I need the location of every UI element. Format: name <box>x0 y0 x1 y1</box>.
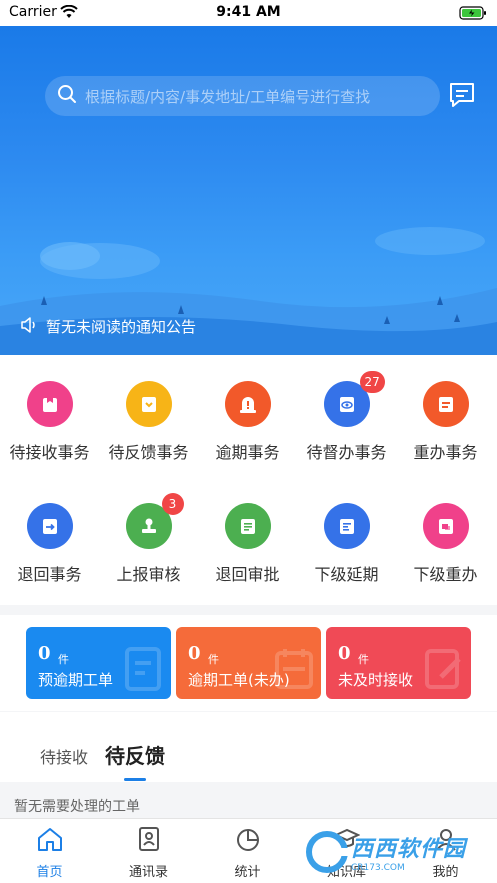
tabbar-contacts[interactable]: 通讯录 <box>99 825 198 880</box>
function-grid: 待接收事务 待反馈事务 逾期事务 27 待督办事务 重办事务 退回事务 3 上报… <box>0 355 497 605</box>
edit-icon <box>425 647 465 695</box>
report-review-icon: 3 <box>125 493 184 549</box>
supervise-icon: 27 <box>323 371 385 427</box>
return-icon <box>26 503 73 549</box>
calendar-icon <box>275 647 315 695</box>
stat-count: 0 <box>38 643 51 664</box>
stats-section: 0 件 预逾期工单 0 件 逾期工单(未办) 0 件 未及时接收 <box>0 615 497 711</box>
contacts-icon <box>99 825 198 853</box>
grid-item-pending-supervise[interactable]: 27 待督办事务 <box>297 371 396 463</box>
watermark-logo <box>306 831 349 873</box>
grid-item-returned[interactable]: 退回事务 <box>0 503 99 585</box>
search-input[interactable]: 根据标题/内容/事发地址/工单编号进行查找 <box>85 86 370 107</box>
grid-label: 待反馈事务 <box>108 443 189 462</box>
grid-label: 待接收事务 <box>9 443 90 462</box>
speaker-icon <box>20 316 38 337</box>
notification-badge: 3 <box>161 493 184 515</box>
stat-count: 0 <box>188 643 201 664</box>
search-icon <box>57 84 77 108</box>
watermark-title: 西西软件园 <box>351 837 467 862</box>
grid-label: 上报审核 <box>116 565 181 584</box>
grid-label: 下级延期 <box>314 565 379 584</box>
grid-item-sub-redo[interactable]: 下级重办 <box>396 503 495 585</box>
tabbar-label: 统计 <box>234 865 261 880</box>
notice-bar[interactable]: 暂无未阅读的通知公告 <box>20 316 196 337</box>
notification-badge: 27 <box>359 371 385 393</box>
stat-title: 未及时接收 <box>338 671 414 689</box>
grid-item-pending-receive[interactable]: 待接收事务 <box>0 381 99 463</box>
stat-unit: 件 <box>208 653 219 666</box>
tab-pending-receive[interactable]: 待接收 <box>40 744 88 768</box>
grid-label: 逾期事务 <box>215 443 280 462</box>
grid-label: 重办事务 <box>413 443 478 462</box>
grid-item-report-review[interactable]: 3 上报审核 <box>99 493 198 585</box>
stat-card-pre-overdue[interactable]: 0 件 预逾期工单 <box>26 627 171 699</box>
inbox-icon <box>26 381 73 427</box>
empty-state-text: 暂无需要处理的工单 <box>14 799 140 815</box>
stat-title: 预逾期工单 <box>38 671 114 689</box>
tabbar-statistics[interactable]: 统计 <box>198 825 297 880</box>
search-bar[interactable]: 根据标题/内容/事发地址/工单编号进行查找 <box>45 76 440 116</box>
tabbar-label: 通讯录 <box>128 865 168 880</box>
grid-item-redo[interactable]: 重办事务 <box>396 381 495 463</box>
clock: 9:41 AM <box>216 4 281 20</box>
sub-redo-icon <box>422 503 469 549</box>
status-bar: Carrier 9:41 AM <box>0 0 497 26</box>
redo-icon <box>422 381 469 427</box>
notice-text: 暂无未阅读的通知公告 <box>46 318 197 336</box>
work-order-tabs: 待接收 待反馈 <box>0 712 497 782</box>
home-icon <box>0 825 99 853</box>
battery-icon <box>459 5 487 24</box>
extension-icon <box>323 503 370 549</box>
stat-count: 0 <box>338 643 351 664</box>
grid-item-return-approval[interactable]: 退回审批 <box>198 503 297 585</box>
stat-unit: 件 <box>358 653 369 666</box>
hero-banner: 根据标题/内容/事发地址/工单编号进行查找 暂无未阅读的通知公告 <box>0 26 497 355</box>
grid-label: 退回审批 <box>215 565 280 584</box>
grid-item-overdue[interactable]: 逾期事务 <box>198 381 297 463</box>
grid-label: 退回事务 <box>17 565 82 584</box>
stat-unit: 件 <box>58 653 69 666</box>
grid-label: 下级重办 <box>413 565 478 584</box>
grid-item-sub-extension[interactable]: 下级延期 <box>297 503 396 585</box>
grid-label: 待督办事务 <box>306 443 387 462</box>
tab-indicator <box>124 778 146 781</box>
site-watermark: 西西软件园 CR173.COM <box>305 830 466 874</box>
watermark-subtitle: CR173.COM <box>351 863 405 873</box>
chart-icon <box>198 825 297 853</box>
document-icon <box>125 647 165 695</box>
feedback-icon <box>125 381 172 427</box>
grid-item-pending-feedback[interactable]: 待反馈事务 <box>99 381 198 463</box>
alert-icon <box>224 381 271 427</box>
tabbar-home[interactable]: 首页 <box>0 825 99 880</box>
tab-pending-feedback[interactable]: 待反馈 <box>105 740 165 769</box>
return-approval-icon <box>224 503 271 549</box>
stat-card-overdue[interactable]: 0 件 逾期工单(未办) <box>176 627 321 699</box>
tabbar-label: 首页 <box>36 865 63 880</box>
message-icon[interactable] <box>448 81 476 109</box>
stat-card-not-received[interactable]: 0 件 未及时接收 <box>326 627 471 699</box>
